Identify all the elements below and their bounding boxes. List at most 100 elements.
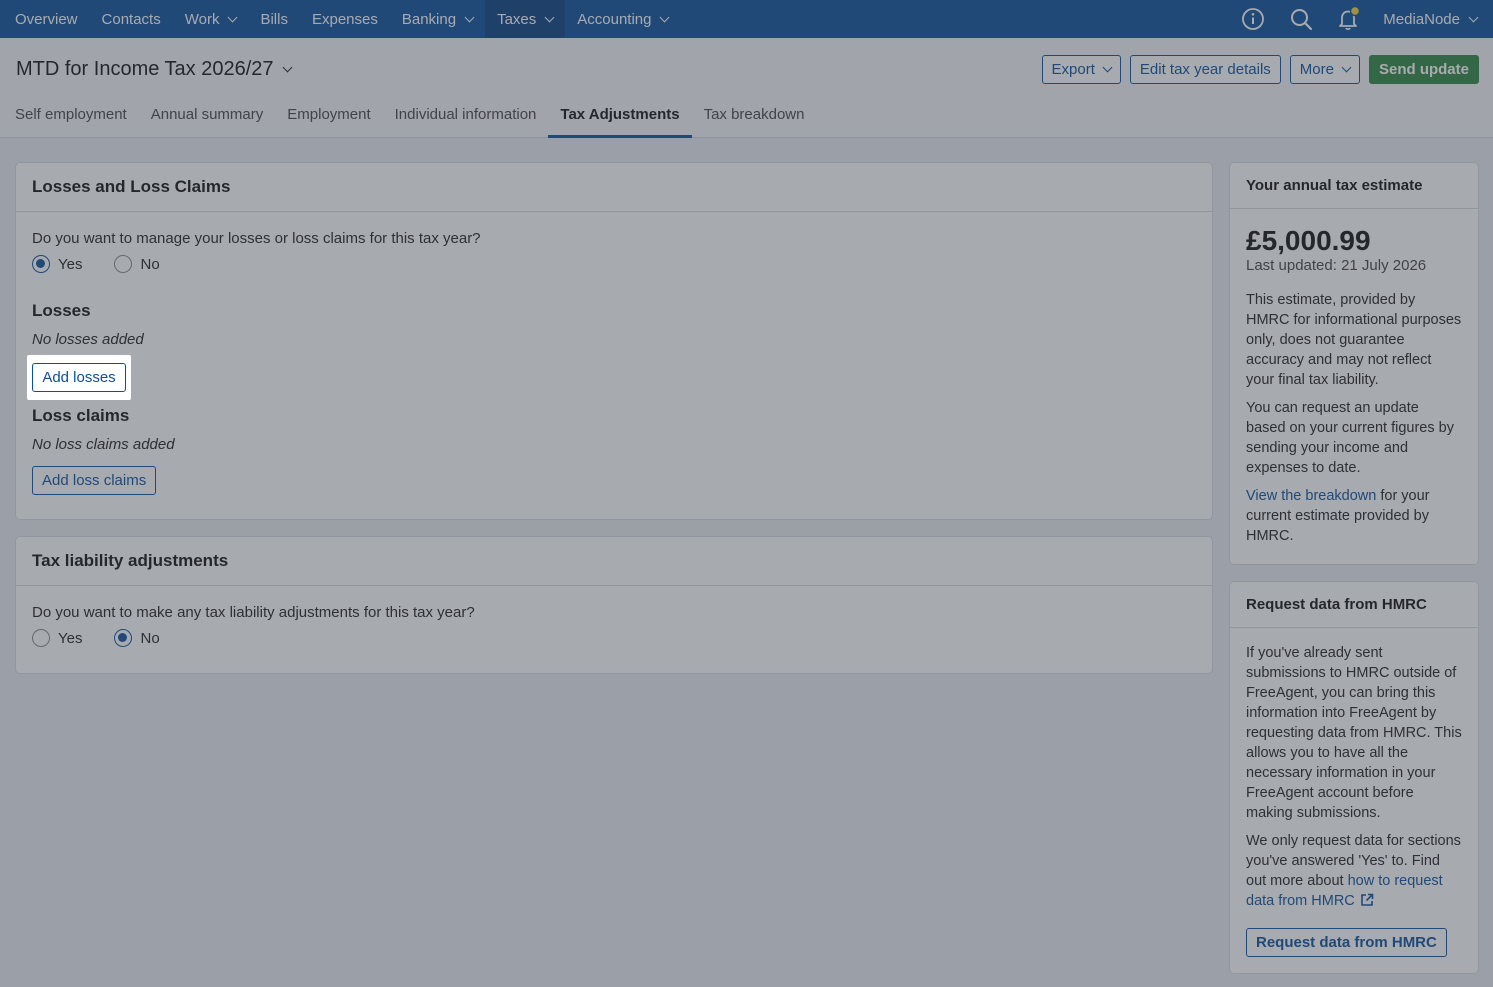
radio-label: No (140, 255, 160, 273)
page-header: MTD for Income Tax 2026/27 Export Edit t… (0, 38, 1493, 138)
nav-accounting[interactable]: Accounting (565, 0, 680, 38)
losses-yes-radio[interactable]: Yes (32, 255, 82, 273)
search-icon[interactable] (1277, 0, 1325, 38)
nav-overview[interactable]: Overview (0, 0, 90, 38)
chevron-down-icon (228, 12, 238, 22)
losses-heading: Losses (32, 301, 91, 320)
request-hmrc-card: Request data from HMRC If you've already… (1229, 581, 1479, 974)
tab-tax-adjustments[interactable]: Tax Adjustments (548, 106, 692, 138)
losses-question: Do you want to manage your losses or los… (32, 230, 481, 247)
card-title: Tax liability adjustments (32, 551, 229, 570)
nav-work[interactable]: Work (173, 0, 249, 38)
tab-employment[interactable]: Employment (275, 106, 382, 138)
tab-self-employment[interactable]: Self employment (0, 106, 139, 138)
export-button[interactable]: Export (1041, 55, 1121, 84)
radio-label: No (140, 629, 160, 647)
nav-label: Taxes (497, 10, 537, 28)
tax-liability-card-header: Tax liability adjustments (16, 537, 1212, 586)
bell-icon[interactable] (1325, 0, 1373, 38)
tax-estimate-card: Your annual tax estimate £5,000.99 Last … (1229, 162, 1479, 565)
tax-year-selector[interactable]: MTD for Income Tax 2026/27 (16, 58, 292, 81)
radio-selected-icon (114, 629, 133, 647)
loss-claims-heading: Loss claims (32, 406, 130, 425)
radio-label: Yes (58, 255, 83, 273)
button-label: Export (1051, 61, 1095, 78)
request-hmrc-card-body: If you've already sent submissions to HM… (1230, 628, 1478, 957)
request-hmrc-data-button[interactable]: Request data from HMRC (1246, 928, 1447, 957)
view-breakdown-link[interactable]: View the breakdown (1246, 488, 1376, 504)
chevron-down-icon (1468, 12, 1479, 22)
nav-label: Bills (260, 10, 288, 28)
chevron-down-icon (1341, 62, 1352, 73)
button-label: Edit tax year details (1139, 61, 1271, 78)
card-title: Your annual tax estimate (1246, 177, 1423, 194)
losses-card: Losses and Loss Claims Do you want to ma… (15, 162, 1213, 520)
hmrc-intro-text: If you've already sent submissions to HM… (1246, 645, 1462, 821)
user-name: MediaNode (1383, 10, 1460, 28)
user-menu[interactable]: MediaNode (1373, 11, 1493, 28)
nav-contacts[interactable]: Contacts (90, 0, 173, 38)
page-title: MTD for Income Tax 2026/27 (16, 58, 274, 80)
liability-yes-radio[interactable]: Yes (32, 629, 82, 647)
button-label: Send update (1378, 61, 1469, 78)
add-losses-button[interactable]: Add losses (32, 363, 126, 392)
add-losses-spacer (32, 348, 1196, 406)
external-link-icon[interactable] (1360, 893, 1374, 913)
info-icon[interactable] (1229, 0, 1277, 38)
edit-tax-year-button[interactable]: Edit tax year details (1129, 55, 1281, 84)
tax-liability-card-body: Do you want to make any tax liability ad… (16, 586, 1212, 647)
add-losses-highlight: Add losses (27, 355, 131, 400)
estimate-amount: £5,000.99 (1246, 225, 1371, 256)
estimate-updated: Last updated: 21 July 2026 (1246, 257, 1427, 274)
losses-card-body: Do you want to manage your losses or los… (16, 212, 1212, 495)
button-label: Request data from HMRC (1256, 934, 1437, 951)
button-label: Add loss claims (42, 472, 147, 489)
header-actions: Export Edit tax year details More Send u… (1041, 55, 1479, 84)
nav-right-group: MediaNode (1229, 0, 1493, 38)
estimate-disclaimer: This estimate, provided by HMRC for info… (1246, 292, 1462, 388)
nav-bills[interactable]: Bills (248, 0, 300, 38)
losses-card-header: Losses and Loss Claims (16, 163, 1212, 212)
losses-no-radio[interactable]: No (114, 255, 160, 273)
chevron-down-icon (282, 62, 292, 72)
tab-individual-information[interactable]: Individual information (383, 106, 549, 138)
tab-annual-summary[interactable]: Annual summary (139, 106, 276, 138)
liability-no-radio[interactable]: No (114, 629, 160, 647)
card-title: Request data from HMRC (1246, 596, 1427, 613)
loss-claims-empty-text: No loss claims added (32, 436, 175, 453)
chevron-down-icon (660, 12, 670, 22)
chevron-down-icon (544, 12, 555, 22)
tax-estimate-card-header: Your annual tax estimate (1230, 163, 1478, 209)
tab-bar: Self employment Annual summary Employmen… (0, 106, 816, 138)
liability-question: Do you want to make any tax liability ad… (32, 604, 475, 621)
losses-empty-text: No losses added (32, 331, 144, 348)
hmrc-sections-text: We only request data for sections you've… (1246, 831, 1462, 913)
send-update-button[interactable]: Send update (1368, 55, 1479, 84)
nav-label: Accounting (577, 10, 652, 28)
liability-radio-group: Yes No (32, 629, 1196, 647)
tab-tax-breakdown[interactable]: Tax breakdown (692, 106, 817, 138)
card-title: Losses and Loss Claims (32, 177, 231, 196)
nav-label: Work (184, 10, 220, 28)
more-button[interactable]: More (1289, 55, 1360, 84)
top-navigation: Overview Contacts Work Bills Expenses Ba… (0, 0, 1493, 38)
button-label: Add losses (42, 369, 116, 386)
button-label: More (1299, 61, 1334, 78)
estimate-breakdown-text: View the breakdown for your current esti… (1246, 486, 1462, 546)
nav-expenses[interactable]: Expenses (300, 0, 390, 38)
add-loss-claims-button[interactable]: Add loss claims (32, 466, 157, 495)
nav-label: Banking (401, 10, 457, 28)
radio-empty-icon (114, 255, 133, 273)
radio-selected-icon (32, 255, 50, 273)
request-hmrc-card-header: Request data from HMRC (1230, 582, 1478, 628)
nav-banking[interactable]: Banking (390, 0, 485, 38)
nav-label: Expenses (311, 10, 378, 28)
chevron-down-icon (464, 12, 475, 22)
nav-label: Overview (15, 10, 78, 28)
estimate-update-info: You can request an update based on your … (1246, 400, 1454, 476)
tax-liability-card: Tax liability adjustments Do you want to… (15, 536, 1213, 674)
nav-label: Contacts (101, 10, 161, 28)
radio-label: Yes (58, 629, 83, 647)
nav-taxes[interactable]: Taxes (485, 0, 566, 38)
losses-radio-group: Yes No (32, 255, 1196, 273)
